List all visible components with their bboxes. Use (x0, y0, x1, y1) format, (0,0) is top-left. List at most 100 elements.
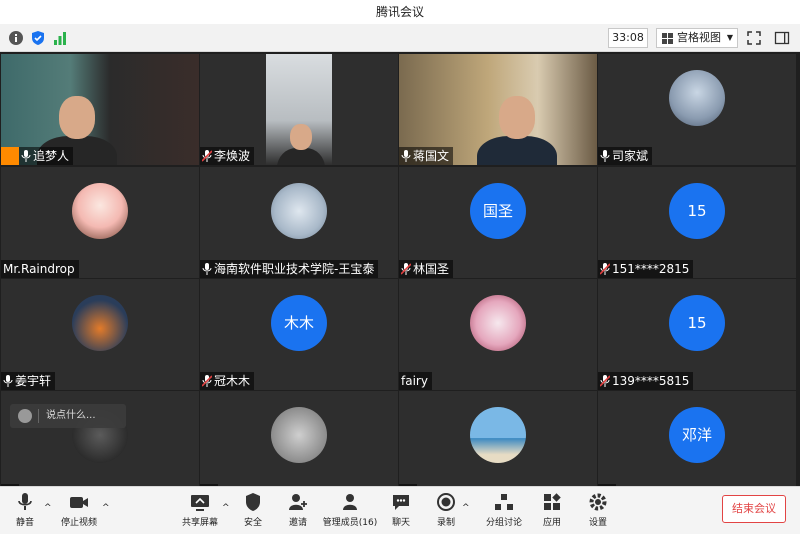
participant-tile[interactable]: 蒋国文 (399, 54, 597, 165)
participant-name: 林国圣 (413, 262, 450, 276)
view-mode-dropdown[interactable]: 宫格视图 ▼ (656, 28, 738, 48)
window-title: 腾讯会议 (0, 0, 800, 24)
microphone-icon (202, 263, 212, 275)
chat-input[interactable]: 说点什么... (10, 404, 126, 428)
apps-button[interactable]: 应用 (538, 491, 566, 533)
fullscreen-icon[interactable] (746, 30, 762, 46)
record-icon (437, 493, 455, 511)
participant-tile[interactable]: 15 139****5815 (598, 279, 796, 390)
settings-label: 设置 (588, 518, 607, 528)
participant-name: Mr.Raindrop (3, 262, 75, 276)
security-button[interactable]: 安全 (238, 491, 268, 533)
person-silhouette (59, 96, 95, 140)
shield-icon[interactable] (30, 30, 46, 46)
mute-button[interactable]: 静音 (8, 491, 42, 533)
record-label: 录制 (436, 518, 455, 528)
participant-name: 151****2815 (612, 262, 690, 276)
mic-muted-icon (202, 375, 212, 387)
end-meeting-button[interactable]: 结束会议 (722, 495, 786, 523)
invite-label: 邀请 (288, 518, 307, 528)
breakout-icon (495, 494, 513, 510)
participant-name: 139****5815 (612, 374, 690, 388)
participant-name: 蒋国文 (413, 149, 450, 163)
microphone-icon (401, 150, 411, 162)
participant-tile[interactable]: 姜宇轩 (1, 279, 199, 390)
view-mode-label: 宫格视图 (677, 31, 721, 44)
participant-tile[interactable]: fairy (399, 279, 597, 390)
participant-name-tag: 司家斌 (598, 147, 653, 165)
participant-tile[interactable]: 司家斌 (598, 54, 796, 165)
participant-tile[interactable]: 海南软件职业技术学院-王宝泰 (200, 167, 398, 278)
avatar: 木木 (271, 295, 327, 351)
avatar (72, 183, 128, 239)
host-icon (1, 147, 19, 165)
microphone-icon (21, 150, 31, 162)
participant-name-tag: 李焕波 (200, 147, 255, 165)
meeting-timer: 33:08 (608, 28, 648, 48)
avatar (470, 407, 526, 463)
emoji-icon[interactable] (18, 409, 32, 423)
gear-icon (589, 493, 607, 511)
participant-tile[interactable]: 国圣林国圣 (399, 167, 597, 278)
record-button[interactable]: 录制 (432, 491, 460, 533)
participant-name-tag: 冠木木 (200, 372, 255, 390)
chevron-up-icon[interactable]: ^ (102, 503, 110, 513)
participant-tile[interactable]: 追梦人 (1, 54, 199, 165)
microphone-icon (18, 493, 32, 510)
mic-muted-icon (600, 375, 610, 387)
mic-muted-icon (401, 263, 411, 275)
participant-tile[interactable]: 15 151****2815 (598, 167, 796, 278)
participant-name-tag: fairy (399, 372, 432, 390)
manage-members-button[interactable]: 管理成员(16) (322, 491, 378, 533)
grid-icon (662, 33, 673, 44)
share-screen-label: 共享屏幕 (181, 518, 218, 528)
participant-name-tag: 林国圣 (399, 260, 454, 278)
participant-name: 冠木木 (214, 374, 251, 388)
participant-name: 海南软件职业技术学院-王宝泰 (214, 262, 375, 276)
chat-button[interactable]: 聊天 (388, 491, 414, 533)
participant-name: fairy (401, 374, 428, 388)
camera-icon (70, 497, 88, 508)
participant-name-tag: 追梦人 (1, 147, 74, 165)
participant-name: 李焕波 (214, 149, 251, 163)
stop-video-button[interactable]: 停止视频 (56, 491, 102, 533)
mic-muted-icon (600, 263, 610, 275)
info-icon[interactable] (8, 30, 24, 46)
security-label: 安全 (243, 518, 262, 528)
microphone-icon (600, 150, 610, 162)
members-label: 管理成员(16) (322, 518, 378, 528)
chat-placeholder: 说点什么... (46, 410, 96, 421)
share-screen-icon (191, 495, 209, 511)
settings-button[interactable]: 设置 (584, 491, 612, 533)
meeting-top-bar: 33:08 宫格视图 ▼ (0, 24, 800, 52)
chevron-up-icon[interactable]: ^ (222, 503, 230, 513)
participant-name: 姜宇轩 (15, 374, 52, 388)
breakout-button[interactable]: 分组讨论 (484, 491, 524, 533)
person-silhouette (499, 96, 535, 140)
chat-icon (393, 495, 409, 510)
mic-muted-icon (202, 150, 212, 162)
sidebar-toggle-icon[interactable] (774, 30, 790, 46)
shield-icon (246, 493, 260, 511)
participant-tile[interactable]: Mr.Raindrop (1, 167, 199, 278)
participant-name: 司家斌 (612, 149, 649, 163)
invite-button[interactable]: 邀请 (282, 491, 314, 533)
participant-name-tag: 姜宇轩 (1, 372, 56, 390)
person-silhouette (290, 124, 312, 151)
avatar (271, 183, 327, 239)
avatar: 国圣 (470, 183, 526, 239)
members-icon (343, 494, 357, 510)
signal-icon[interactable] (52, 30, 68, 46)
chevron-up-icon[interactable]: ^ (462, 503, 470, 513)
participant-name-tag: 151****2815 (598, 260, 694, 278)
participant-name: 追梦人 (33, 149, 70, 163)
avatar: 15 (669, 295, 725, 351)
participant-tile[interactable]: 李焕波 (200, 54, 398, 165)
microphone-icon (3, 375, 13, 387)
chat-label: 聊天 (391, 518, 410, 528)
apps-icon (544, 493, 561, 510)
share-screen-button[interactable]: 共享屏幕 (180, 491, 220, 533)
avatar (72, 295, 128, 351)
chevron-up-icon[interactable]: ^ (44, 503, 52, 513)
participant-tile[interactable]: 木木冠木木 (200, 279, 398, 390)
